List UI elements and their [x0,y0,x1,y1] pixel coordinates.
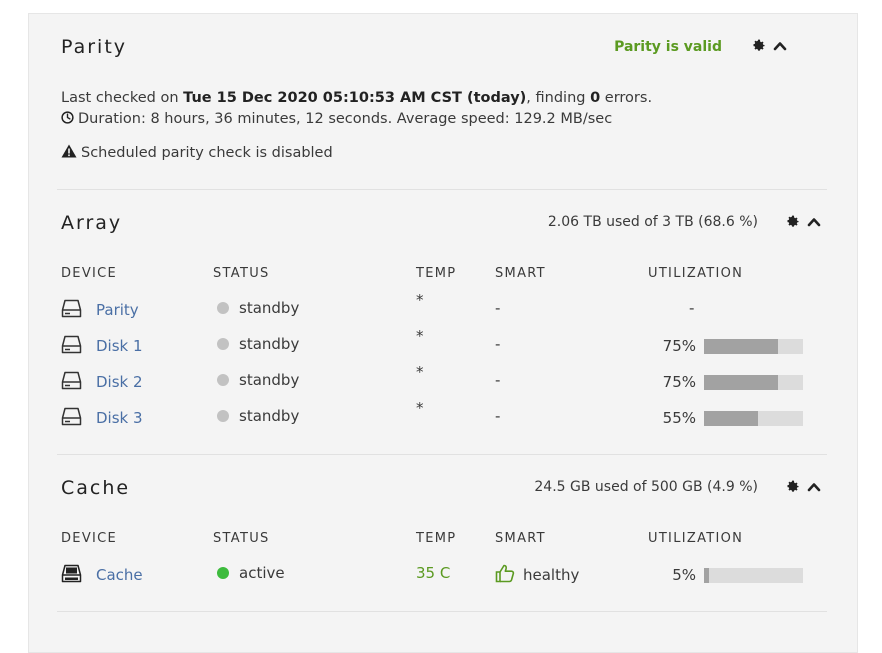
chevron-up-icon[interactable] [807,215,821,229]
parity-title: Parity [61,36,128,58]
cache-title: Cache [61,477,131,499]
device-utilization: 5% [672,566,696,584]
device-temp: * [416,399,424,417]
device-link[interactable]: Parity [96,301,139,319]
col-utilization: UTILIZATION [648,531,744,546]
device-temp: * [416,291,424,309]
device-utilization: 75% [662,337,696,355]
device-smart: - [495,371,501,389]
chevron-up-icon[interactable] [807,480,821,494]
gear-icon[interactable] [752,39,766,53]
status-dot [217,409,229,422]
utilization-bar [704,568,803,583]
device-link[interactable]: Cache [96,566,143,584]
device-smart[interactable]: healthy [495,564,579,584]
thumbs-up-icon [495,564,515,583]
utilization-bar-fill [704,568,709,583]
gear-icon[interactable] [786,480,800,494]
device-status: active [217,564,285,582]
status-dot [217,301,229,314]
device-utilization: - [689,299,695,317]
cache-usage: 24.5 GB used of 500 GB (4.9 %) [534,479,758,495]
array-usage: 2.06 TB used of 3 TB (68.6 %) [547,214,758,230]
array-controls [786,215,826,233]
device-smart: - [495,299,501,317]
parity-last-checked-date: Tue 15 Dec 2020 05:10:53 AM CST (today) [183,90,527,106]
gear-icon[interactable] [786,215,800,229]
device-temp: * [416,363,424,381]
hdd-icon [61,407,82,426]
col-status: STATUS [213,531,270,546]
col-utilization: UTILIZATION [648,266,744,281]
parity-duration: Duration: 8 hours, 36 minutes, 12 second… [61,111,612,127]
warning-icon [61,144,77,158]
status-dot [217,566,229,579]
col-temp: TEMP [416,531,457,546]
col-status: STATUS [213,266,270,281]
device-temp: 35 C [416,564,451,582]
parity-last-checked: Last checked on Tue 15 Dec 2020 05:10:53… [61,90,653,106]
device-link[interactable]: Disk 1 [96,337,143,355]
device-link[interactable]: Disk 2 [96,373,143,391]
hdd-icon [61,371,82,390]
clock-icon [61,111,74,124]
utilization-bar-fill [704,411,758,426]
section-divider [57,189,827,190]
col-device: DEVICE [61,531,118,546]
chevron-up-icon[interactable] [773,39,787,53]
device-status: standby [217,299,299,317]
hdd-icon [61,299,82,318]
device-utilization: 75% [662,373,696,391]
device-smart: - [495,407,501,425]
device-status: standby [217,335,299,353]
utilization-bar [704,375,803,390]
device-status: standby [217,407,299,425]
col-temp: TEMP [416,266,457,281]
device-smart: - [495,335,501,353]
utilization-bar [704,411,803,426]
section-divider [57,611,827,612]
parity-status-badge: Parity is valid [614,39,722,55]
parity-controls [752,39,792,57]
col-smart: SMART [495,531,546,546]
utilization-bar-fill [704,339,778,354]
cache-controls [786,480,826,498]
device-link[interactable]: Disk 3 [96,409,143,427]
ssd-icon [61,564,82,583]
device-utilization: 55% [662,409,696,427]
col-smart: SMART [495,266,546,281]
array-title: Array [61,212,123,234]
section-divider [57,454,827,455]
status-dot [217,373,229,386]
device-temp: * [416,327,424,345]
parity-error-count: 0 [590,90,601,106]
utilization-bar [704,339,803,354]
hdd-icon [61,335,82,354]
parity-schedule-warning: Scheduled parity check is disabled [61,144,333,161]
device-status: standby [217,371,299,389]
status-dot [217,337,229,350]
col-device: DEVICE [61,266,118,281]
utilization-bar-fill [704,375,778,390]
